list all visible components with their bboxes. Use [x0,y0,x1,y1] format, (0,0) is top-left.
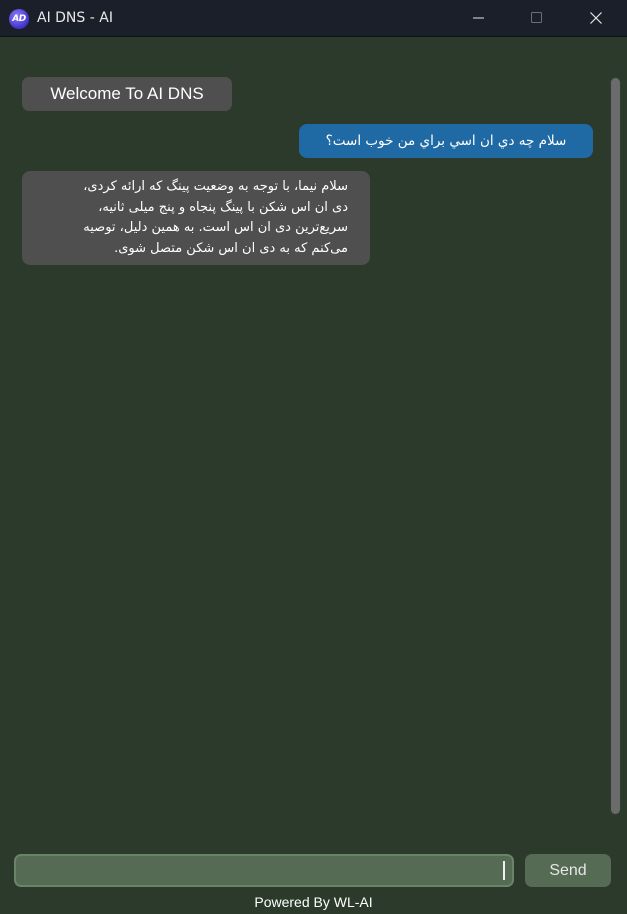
close-icon [590,12,602,24]
chat-area[interactable]: Welcome To AI DNS سلام چه دي ان اسي براي… [0,37,627,844]
ai-message-line: دی ان اس شکن با پینگ پنجاه و پنج میلی ثا… [98,199,348,215]
welcome-message: Welcome To AI DNS [22,77,232,111]
message-input[interactable] [14,854,514,887]
text-caret [503,861,505,880]
window-title: AI DNS - AI [37,10,113,26]
close-button[interactable] [573,0,619,37]
app-logo-icon: AD [9,9,29,29]
minimize-button[interactable] [456,0,502,37]
ai-message-line: سلام نیما، با توجه به وضعیت پینگ که ارائ… [83,179,348,194]
user-message-bubble: سلام چه دي ان اسي براي من خوب است؟ [299,124,593,158]
minimize-icon [473,17,484,19]
send-button[interactable]: Send [525,854,611,887]
maximize-icon [531,12,542,23]
title-bar: AD AI DNS - AI [0,0,627,37]
powered-by-footer: Powered By WL-AI [254,894,373,910]
ai-message-line: می‌کنم که به دی ان اس شکن متصل شوی. [114,240,348,256]
chat-scrollbar-thumb[interactable] [611,78,620,814]
maximize-button[interactable] [514,0,560,37]
ai-message-line: سریع‌ترین دی ان اس است. به همین دلیل، تو… [83,220,348,235]
ai-message-bubble: سلام نیما، با توجه به وضعیت پینگ که ارائ… [22,171,370,265]
